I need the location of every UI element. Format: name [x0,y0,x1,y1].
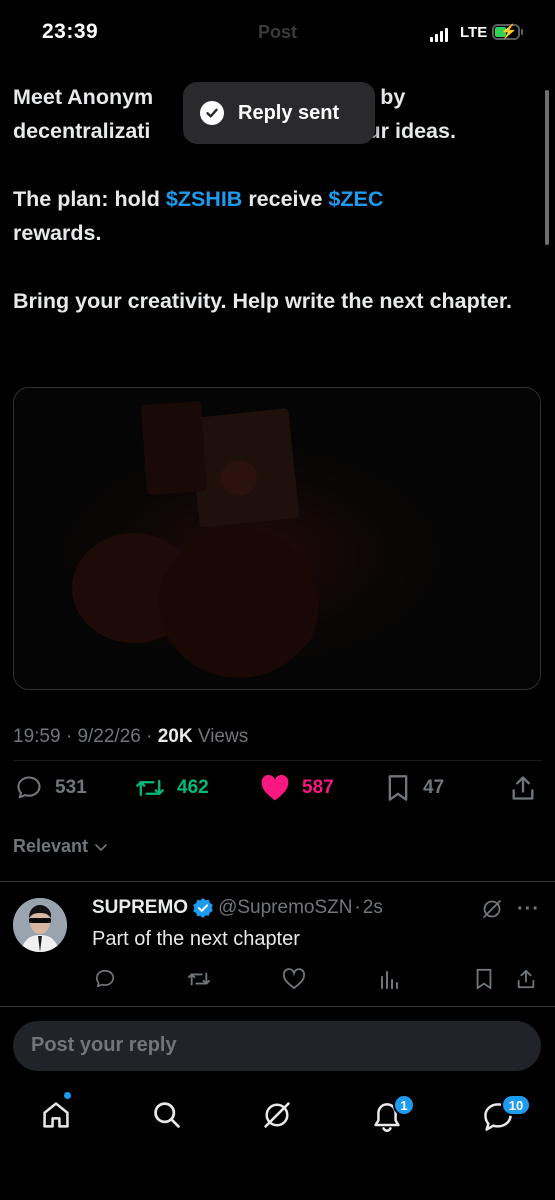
bookmark-count: 47 [423,777,445,798]
share-action[interactable] [510,774,536,802]
scrollbar[interactable] [545,90,549,245]
grok-icon[interactable] [481,898,503,920]
bookmark-action[interactable]: 47 [385,774,444,802]
reply-repost-icon[interactable] [187,968,211,990]
home-icon [43,1102,69,1128]
comment-icon [17,776,41,799]
messages-badge: 10 [501,1094,531,1116]
chevron-down-icon [95,843,107,851]
reply-header: SUPREMO @SupremoSZN · 2s [92,897,383,919]
post-meta: 19:59 · 9/22/26 · 20K Views [13,726,249,747]
network-label: LTE [460,24,488,41]
nav-grok[interactable] [261,1099,293,1131]
reply-action[interactable]: 531 [15,774,87,802]
sort-dropdown[interactable]: Relevant [13,836,109,857]
post-plan: The plan: hold $ZSHIB receive $ZEC rewar… [13,187,384,245]
repost-icon [136,779,164,797]
reply-views-icon[interactable] [378,968,400,990]
like-count: 587 [302,777,334,798]
reply-author-name[interactable]: SUPREMO [92,897,188,919]
reply-age: 2s [362,897,383,918]
nav-home[interactable] [40,1099,72,1131]
signal-icon [430,28,448,42]
nav-search[interactable] [151,1099,183,1131]
reply-heart-icon[interactable] [282,968,306,990]
reply-bookmark-icon[interactable] [474,968,494,990]
home-unread-dot [64,1092,71,1099]
verified-badge-icon [193,898,213,918]
cashtag-zshib[interactable]: $ZSHIB [166,187,242,211]
reply-share-icon[interactable] [515,968,537,990]
reply-comment-icon[interactable] [94,968,116,990]
post-closing: Bring your creativity. Help write the ne… [13,289,513,313]
reply-handle[interactable]: @SupremoSZN [218,897,352,919]
avatar[interactable] [13,898,67,952]
toast-label: Reply sent [238,101,340,124]
composer-placeholder: Post your reply [31,1034,177,1056]
grok-nav-icon [264,1102,290,1128]
checkmark-icon [200,101,224,125]
reply-sent-toast: Reply sent [183,82,375,144]
repost-action[interactable]: 462 [135,774,209,802]
notifications-badge: 1 [393,1094,415,1116]
reply-count: 531 [55,777,87,798]
share-icon [512,776,534,800]
reply-text: Part of the next chapter [92,928,300,950]
heart-icon [261,774,289,801]
repost-count: 462 [177,777,209,798]
like-action[interactable]: 587 [260,774,334,802]
bookmark-icon [388,775,408,801]
post-media[interactable] [13,387,541,690]
search-icon [154,1102,180,1128]
more-options-icon[interactable]: ··· [517,898,540,921]
battery-icon: ⚡ [492,23,520,40]
cashtag-zec[interactable]: $ZEC [328,187,383,211]
